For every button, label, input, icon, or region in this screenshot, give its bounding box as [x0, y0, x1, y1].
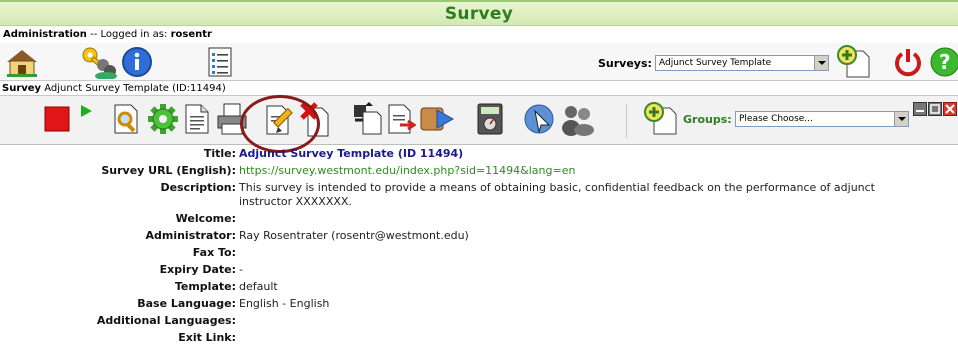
admin-toolbar: Surveys: Adjunct Survey Template ? — [0, 43, 958, 81]
logged-in-user: rosentr — [170, 29, 212, 40]
detail-row-exit-link: Exit Link: — [0, 331, 958, 345]
chevron-down-icon[interactable] — [894, 112, 908, 126]
groups-select[interactable]: Please Choose... — [735, 111, 909, 127]
detail-row-welcome: Welcome: — [0, 212, 958, 226]
detail-value — [236, 331, 926, 345]
detail-value — [236, 246, 926, 260]
detail-label: Administrator: — [145, 229, 236, 242]
survey-toolbar: Groups: Please Choose... — [0, 95, 958, 145]
survey-url-link[interactable]: https://survey.westmont.edu/index.php?si… — [236, 164, 926, 178]
list-document-icon[interactable] — [205, 46, 235, 78]
add-group-icon[interactable] — [642, 102, 678, 136]
export-icon[interactable] — [351, 102, 383, 136]
detail-label: Base Language: — [137, 297, 236, 310]
detail-row-template: Template: default — [0, 280, 958, 294]
settings-gear-icon[interactable] — [147, 103, 179, 135]
admin-label: Administration — [3, 29, 87, 40]
document-icon[interactable] — [183, 104, 211, 134]
detail-label: Exit Link: — [178, 331, 236, 344]
admin-status: Administration -- Logged in as: rosentr — [3, 29, 212, 41]
survey-details: Title: Adjunct Survey Template (ID 11494)… — [0, 147, 958, 348]
svg-text:?: ? — [939, 50, 951, 74]
logout-icon[interactable] — [893, 47, 923, 77]
surveys-selected-value: Adjunct Survey Template — [659, 58, 772, 68]
detail-value: default — [239, 280, 278, 293]
detail-row-additional-languages: Additional Languages: — [0, 314, 958, 328]
detail-label: Expiry Date: — [159, 263, 236, 276]
detail-row-title: Title: Adjunct Survey Template (ID 11494) — [0, 147, 958, 161]
detail-label: Title: — [203, 147, 236, 160]
groups-label: Groups: — [683, 113, 732, 126]
surveys-select[interactable]: Adjunct Survey Template — [655, 55, 829, 71]
detail-row-base-language: Base Language: English - English — [0, 297, 958, 311]
survey-header: Survey Adjunct Survey Template (ID:11494… — [0, 82, 226, 95]
detail-row-administrator: Administrator: Ray Rosentrater (rosentr@w… — [0, 229, 958, 243]
detail-label: Template: — [174, 280, 236, 293]
detail-row-url: Survey URL (English): https://survey.west… — [0, 164, 958, 178]
add-survey-icon[interactable] — [835, 45, 871, 79]
quota-icon[interactable] — [523, 103, 555, 135]
groups-selected-value: Please Choose... — [739, 114, 813, 124]
security-keys-icon[interactable] — [80, 45, 118, 79]
detail-label: Fax To: — [192, 246, 236, 259]
chevron-down-icon[interactable] — [814, 56, 828, 70]
import-icon[interactable] — [386, 103, 416, 135]
detail-label: Description: — [160, 181, 236, 194]
minimize-icon[interactable] — [913, 102, 927, 116]
detail-label: Survey URL (English): — [101, 164, 236, 177]
detail-label: Welcome: — [175, 212, 236, 225]
detail-label: Additional Languages: — [96, 314, 236, 327]
detail-value: English - English — [239, 297, 330, 310]
detail-row-expiry: Expiry Date: - — [0, 263, 958, 277]
detail-value — [236, 314, 926, 328]
detail-value: This survey is intended to provide a mea… — [239, 181, 875, 208]
calculator-icon[interactable] — [476, 102, 504, 136]
maximize-icon[interactable] — [928, 102, 942, 116]
detail-value: Adjunct Survey Template (ID 11494) — [239, 147, 464, 160]
information-icon[interactable] — [121, 46, 153, 78]
detail-value — [236, 212, 926, 226]
app-title: Survey — [444, 4, 514, 24]
tokens-icon[interactable] — [419, 104, 455, 134]
detail-value: Ray Rosentrater (rosentr@westmont.edu) — [239, 229, 469, 242]
survey-header-name: Adjunct Survey Template (ID:11494) — [44, 83, 226, 94]
survey-header-prefix: Survey — [2, 83, 42, 94]
help-icon[interactable]: ? — [930, 47, 958, 77]
test-survey-icon[interactable] — [112, 103, 142, 135]
stop-icon[interactable] — [44, 106, 70, 132]
play-icon[interactable] — [79, 104, 93, 118]
home-icon[interactable] — [5, 46, 39, 78]
logged-in-label: -- Logged in as: — [86, 29, 171, 40]
toolbar-separator — [626, 104, 627, 138]
detail-value: - — [239, 263, 243, 276]
detail-row-fax: Fax To: — [0, 246, 958, 260]
participants-icon[interactable] — [560, 102, 596, 136]
app-title-bar: Survey — [0, 0, 958, 26]
surveys-label: Surveys: — [598, 57, 652, 70]
detail-row-description: Description: This survey is intended to p… — [0, 181, 958, 209]
close-icon[interactable] — [943, 102, 957, 116]
annotation-circle — [240, 95, 320, 153]
